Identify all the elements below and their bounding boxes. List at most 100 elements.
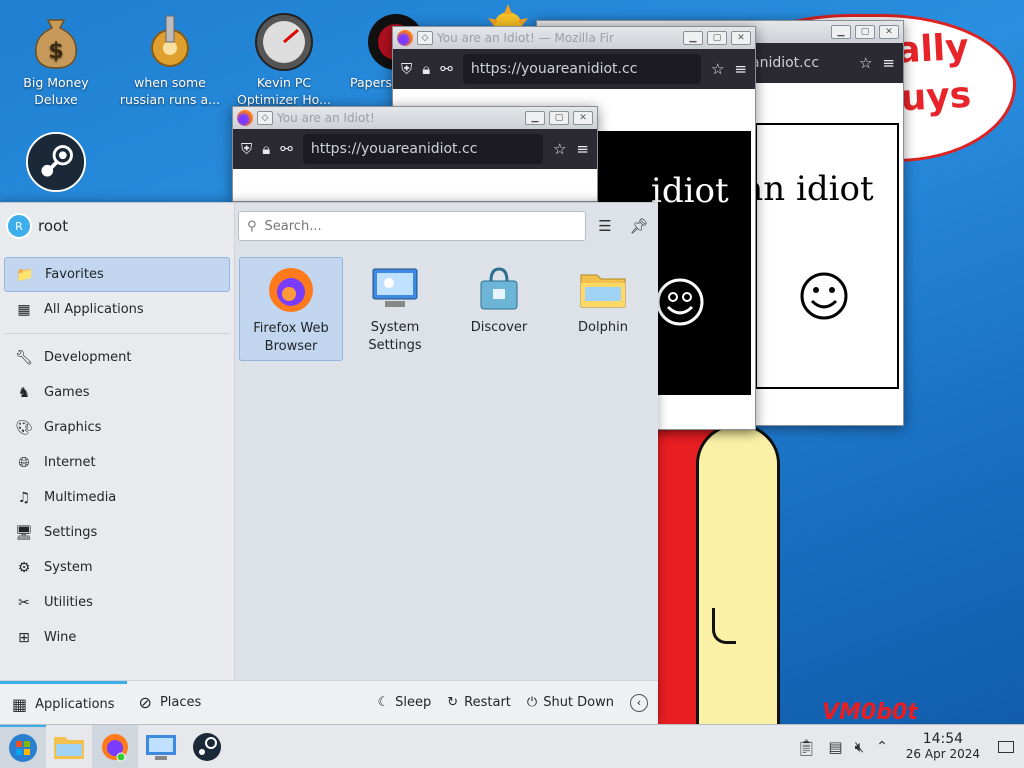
url-text: https://youareanidiot.cc bbox=[310, 141, 478, 157]
wallpaper-signature: VM0b0t bbox=[822, 700, 918, 725]
application-launcher-button[interactable] bbox=[0, 724, 46, 768]
taskbar-firefox[interactable] bbox=[92, 724, 138, 768]
wallpaper-finger bbox=[696, 424, 780, 744]
taskbar-system-settings[interactable] bbox=[138, 725, 184, 768]
hamburger-menu-icon[interactable]: ≡ bbox=[734, 60, 747, 78]
category-settings[interactable]: 🖥︎ Settings bbox=[4, 515, 230, 550]
taskbar-dolphin[interactable] bbox=[46, 725, 92, 768]
volume-muted-icon[interactable]: 🔇︎ bbox=[855, 738, 864, 756]
idiot-panel-white bbox=[755, 123, 899, 389]
tools-icon: 🔧︎ bbox=[15, 349, 33, 366]
category-all-applications[interactable]: ▦ All Applications bbox=[4, 292, 230, 327]
category-system[interactable]: ⚙ System bbox=[4, 550, 230, 585]
minimize-button[interactable]: ▁ bbox=[831, 25, 851, 39]
close-button[interactable]: ✕ bbox=[731, 31, 751, 45]
desktop-icon-big-money-deluxe[interactable]: $ Big Money Deluxe bbox=[0, 8, 112, 108]
search-input[interactable] bbox=[264, 218, 577, 234]
hamburger-menu-icon[interactable]: ≡ bbox=[882, 54, 895, 72]
desktop-icon-steam[interactable] bbox=[0, 128, 112, 194]
lock-icon[interactable]: 🔒︎ bbox=[262, 140, 270, 158]
settings-monitor-icon bbox=[371, 265, 419, 313]
tab-applications[interactable]: ▦ Applications bbox=[0, 680, 127, 725]
window-titlebar[interactable]: ◇ You are an Idiot! — Mozilla Fir ▁ ▢ ✕ bbox=[393, 27, 755, 49]
bookmark-star-icon[interactable]: ☆ bbox=[553, 140, 566, 158]
smiley-icon bbox=[800, 272, 848, 320]
category-favorites[interactable]: 📁 Favorites bbox=[4, 257, 230, 292]
url-bar[interactable]: https://youareanidiot.cc bbox=[462, 54, 701, 84]
user-name: root bbox=[38, 217, 69, 235]
pin-icon[interactable]: 📌︎ bbox=[628, 215, 650, 237]
close-button[interactable]: ✕ bbox=[573, 111, 593, 125]
app-system-settings[interactable]: System Settings bbox=[343, 257, 447, 361]
launcher-sidebar: R root 📁 Favorites ▦ All Applications 🔧︎… bbox=[0, 203, 235, 681]
idiot-text: idiot bbox=[651, 171, 729, 211]
bookmark-star-icon[interactable]: ☆ bbox=[711, 60, 724, 78]
close-button[interactable]: ✕ bbox=[879, 25, 899, 39]
firefox-icon bbox=[102, 733, 128, 761]
keep-above-button[interactable]: ◇ bbox=[417, 31, 433, 45]
palette-icon: 🎨︎ bbox=[15, 419, 33, 436]
notes-icon[interactable]: ▤ bbox=[828, 738, 842, 756]
url-bar[interactable]: https://youareanidiot.cc bbox=[302, 134, 543, 164]
category-internet[interactable]: 🌐︎ Internet bbox=[4, 445, 230, 480]
app-discover[interactable]: Discover bbox=[447, 257, 551, 361]
firefox-icon bbox=[237, 110, 253, 126]
svg-text:$: $ bbox=[48, 39, 63, 64]
avatar[interactable]: R bbox=[6, 213, 32, 239]
user-row[interactable]: R root bbox=[0, 203, 234, 249]
app-firefox[interactable]: Firefox Web Browser bbox=[239, 257, 343, 361]
sleep-button[interactable]: ☾ Sleep bbox=[369, 695, 439, 710]
permissions-icon[interactable]: ⚯ bbox=[280, 140, 293, 158]
category-wine[interactable]: ⊞ Wine bbox=[4, 620, 230, 655]
firefox-icon bbox=[397, 30, 413, 46]
desktop-icon-label: Big Money Deluxe bbox=[23, 75, 89, 107]
clipboard-icon[interactable]: 📋︎ bbox=[796, 738, 816, 757]
chevron-up-icon[interactable]: ⌃ bbox=[876, 739, 888, 755]
restart-button[interactable]: ↻ Restart bbox=[439, 695, 519, 710]
compass-icon: ⊘ bbox=[138, 693, 152, 712]
chess-knight-icon: ♞ bbox=[17, 384, 31, 401]
keep-above-button[interactable]: ◇ bbox=[257, 111, 273, 125]
steam-icon bbox=[193, 732, 221, 761]
category-development[interactable]: 🔧︎ Development bbox=[4, 340, 230, 375]
browser-toolbar: ⛨ 🔒︎ ⚯ https://youareanidiot.cc ☆ ≡ bbox=[233, 129, 597, 169]
maximize-button[interactable]: ▢ bbox=[855, 25, 875, 39]
digital-clock[interactable]: 14:54 26 Apr 2024 bbox=[906, 732, 980, 762]
app-dolphin[interactable]: Dolphin bbox=[551, 257, 655, 361]
shield-icon[interactable]: ⛨ bbox=[401, 60, 412, 78]
hamburger-menu-icon[interactable]: ≡ bbox=[576, 140, 589, 158]
browser-window-front[interactable]: ◇ You are an Idiot! ▁ ▢ ✕ ⛨ 🔒︎ ⚯ https:/… bbox=[232, 106, 598, 202]
search-field[interactable]: ⚲ bbox=[238, 211, 586, 241]
system-tray: 📋︎ ▤ 🔇︎ ⌃ 14:54 26 Apr 2024 bbox=[796, 725, 1024, 768]
category-graphics[interactable]: 🎨︎ Graphics bbox=[4, 410, 230, 445]
launcher-apps-area: Firefox Web Browser System Settings Disc… bbox=[235, 203, 658, 681]
desktop-icon-russian-runs[interactable]: when some russian runs a... bbox=[114, 8, 226, 108]
category-utilities[interactable]: ✂ Utilities bbox=[4, 585, 230, 620]
category-multimedia[interactable]: ♫ Multimedia bbox=[4, 480, 230, 515]
show-desktop-icon[interactable] bbox=[998, 741, 1014, 753]
lock-icon[interactable]: 🔒︎ bbox=[422, 60, 430, 78]
utilities-icon: ✂ bbox=[18, 594, 30, 611]
speedometer-icon bbox=[254, 12, 314, 72]
bookmark-star-icon[interactable]: ☆ bbox=[859, 54, 872, 72]
shutdown-button[interactable]: ⏻ Shut Down bbox=[519, 695, 622, 710]
maximize-button[interactable]: ▢ bbox=[549, 111, 569, 125]
desktop-icon-kevin-pc-optimizer[interactable]: Kevin PC Optimizer Ho... bbox=[228, 8, 340, 108]
application-launcher: R root 📁 Favorites ▦ All Applications 🔧︎… bbox=[0, 202, 658, 724]
windows-start-icon bbox=[9, 733, 37, 762]
taskbar: 📋︎ ▤ 🔇︎ ⌃ 14:54 26 Apr 2024 bbox=[0, 724, 1024, 768]
maximize-button[interactable]: ▢ bbox=[707, 31, 727, 45]
minimize-button[interactable]: ▁ bbox=[525, 111, 545, 125]
shield-icon[interactable]: ⛨ bbox=[241, 140, 252, 158]
leave-more-button[interactable]: ‹ bbox=[622, 693, 658, 712]
desktop-icon-label: Kevin PC Optimizer Ho... bbox=[237, 75, 331, 107]
category-divider bbox=[4, 333, 230, 334]
category-games[interactable]: ♞ Games bbox=[4, 375, 230, 410]
taskbar-steam[interactable] bbox=[184, 725, 230, 768]
window-titlebar[interactable]: ◇ You are an Idiot! ▁ ▢ ✕ bbox=[233, 107, 597, 129]
configure-sliders-icon[interactable]: ☰ bbox=[594, 215, 616, 237]
settings-monitor-icon bbox=[146, 734, 176, 760]
tab-places[interactable]: ⊘ Places bbox=[127, 681, 214, 725]
permissions-icon[interactable]: ⚯ bbox=[440, 60, 453, 78]
minimize-button[interactable]: ▁ bbox=[683, 31, 703, 45]
